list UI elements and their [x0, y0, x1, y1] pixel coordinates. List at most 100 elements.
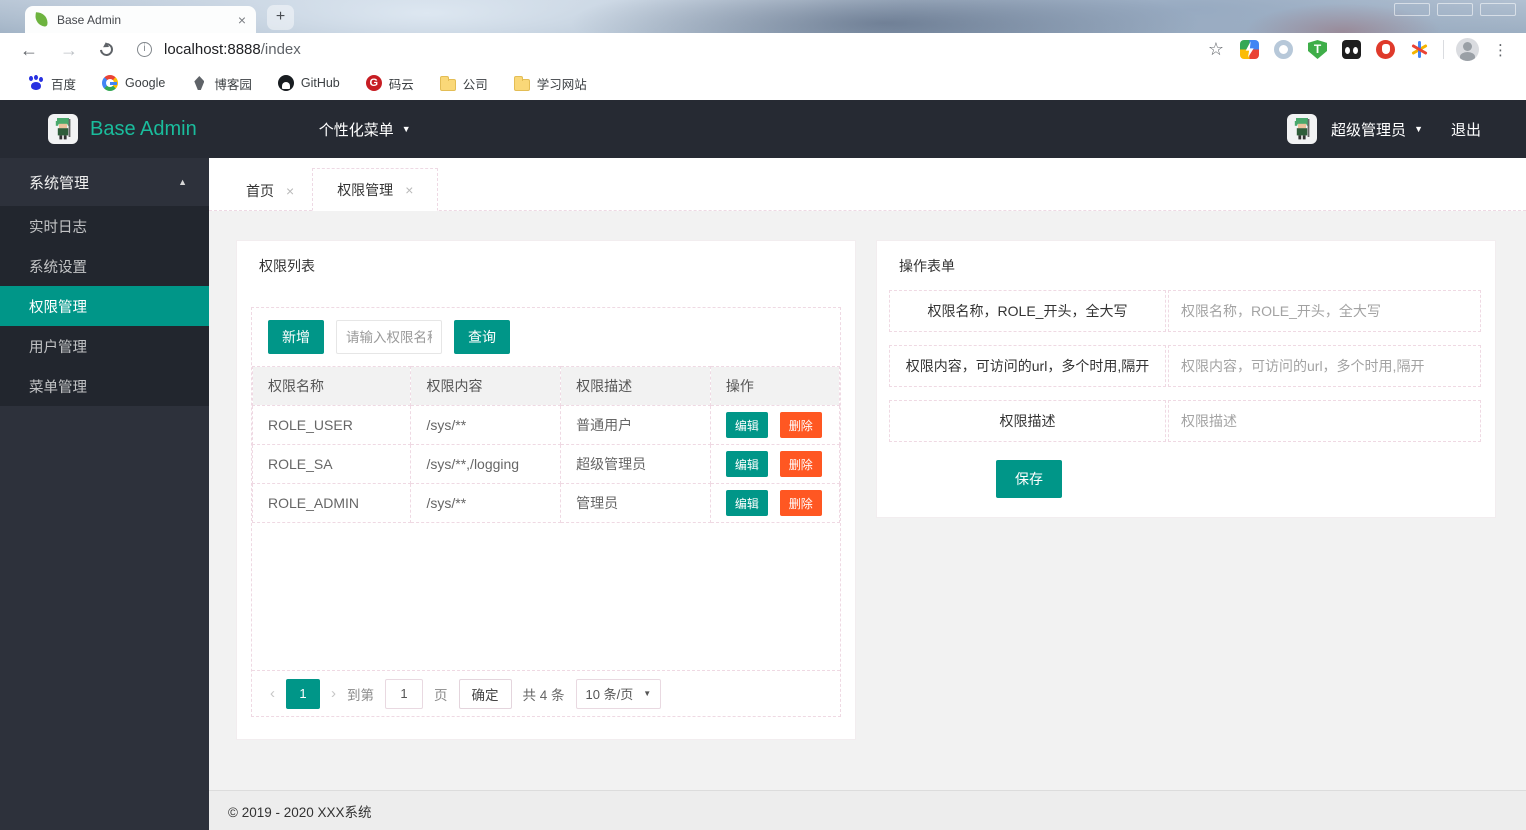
next-page-icon[interactable]: › [331, 685, 336, 702]
browser-tab[interactable]: Base Admin × [25, 6, 256, 33]
table-header-row: 权限名称 权限内容 权限描述 操作 [251, 366, 841, 406]
close-button[interactable] [1480, 3, 1516, 16]
form-field-label: 权限描述 [889, 400, 1166, 442]
tab-close-icon[interactable]: × [286, 183, 294, 199]
form-row: 权限描述 [889, 400, 1481, 442]
current-page-button[interactable]: 1 [286, 678, 320, 709]
minimize-button[interactable] [1394, 3, 1430, 16]
add-button[interactable]: 新增 [268, 320, 324, 354]
chevron-down-icon: ▼ [643, 688, 652, 698]
app-tab[interactable]: 首页 × [228, 170, 312, 211]
edit-button[interactable]: 编辑 [725, 490, 768, 516]
form-fields: 权限名称，ROLE_开头，全大写 权限内容，可访问的url，多个时用,隔开 权限… [889, 290, 1481, 442]
app-tab[interactable]: 权限管理 × [312, 168, 439, 211]
bookmark-item[interactable]: 学习网站 [513, 74, 587, 93]
goto-confirm-button[interactable]: 确定 [458, 678, 512, 709]
bookmark-star-icon[interactable]: ☆ [1208, 39, 1224, 60]
form-field-input-box [1168, 345, 1481, 387]
browser-profile-avatar[interactable] [1456, 38, 1479, 61]
cell-permission-content: /sys/**,/logging [410, 444, 562, 484]
cell-permission-content: /sys/** [410, 483, 562, 523]
new-tab-button[interactable]: + [267, 5, 294, 30]
form-field-label: 权限名称，ROLE_开头，全大写 [889, 290, 1166, 332]
extension-tampermonkey-icon[interactable] [1342, 40, 1361, 59]
table-row: ROLE_SA /sys/**,/logging 超级管理员 编辑 删除 [251, 444, 841, 484]
extension-grid-icon[interactable] [1240, 40, 1259, 59]
prev-page-icon[interactable]: ‹ [270, 685, 275, 702]
cell-permission-name: ROLE_USER [251, 405, 412, 445]
pagination: ‹ 1 › 到第 页 确定 共 4 条 10 条/页 ▼ [252, 670, 840, 716]
app-logo-avatar[interactable] [48, 114, 78, 144]
form-field-input[interactable] [1169, 413, 1480, 429]
footer-copyright: © 2019 - 2020 XXX系统 [228, 804, 372, 820]
chevron-up-icon: ▲ [178, 177, 187, 187]
back-icon[interactable]: ← [20, 41, 38, 59]
tab-close-icon[interactable]: × [238, 13, 246, 27]
cell-actions: 编辑 删除 [709, 405, 841, 445]
total-count-label: 共 4 条 [522, 687, 565, 703]
sidebar-item[interactable]: 用户管理 [0, 326, 209, 366]
user-dropdown[interactable]: 超级管理员 ▼ [1331, 119, 1423, 140]
cell-actions: 编辑 删除 [709, 444, 841, 484]
delete-button[interactable]: 删除 [779, 451, 822, 477]
form-field-input[interactable] [1169, 303, 1480, 319]
gitee-icon [365, 75, 382, 91]
save-button[interactable]: 保存 [996, 460, 1062, 498]
bookmark-item[interactable]: GitHub [277, 75, 340, 91]
app-brand[interactable]: Base Admin [90, 118, 197, 141]
table-row: ROLE_ADMIN /sys/** 管理员 编辑 删除 [251, 483, 841, 523]
spring-boot-favicon-icon [34, 12, 49, 27]
edit-button[interactable]: 编辑 [725, 451, 768, 477]
edit-button[interactable]: 编辑 [725, 412, 768, 438]
delete-button[interactable]: 删除 [779, 490, 822, 516]
site-info-icon[interactable]: i [137, 42, 152, 57]
baidu-icon [28, 75, 44, 91]
google-icon [102, 75, 119, 91]
extension-donut-icon[interactable] [1274, 40, 1293, 59]
panel-title: 权限列表 [259, 258, 315, 274]
browser-tabstrip: Base Admin × + [0, 0, 1526, 33]
goto-page-input[interactable] [385, 678, 423, 709]
bookmark-item[interactable]: 博客园 [191, 74, 252, 93]
tab-close-icon[interactable]: × [405, 182, 413, 198]
sidebar-item[interactable]: 菜单管理 [0, 366, 209, 406]
pixel-character-icon [1294, 118, 1310, 140]
url-text[interactable]: localhost:8888/index [164, 41, 301, 58]
address-bar[interactable]: i localhost:8888/index [137, 41, 1208, 58]
sidebar-item[interactable]: 实时日志 [0, 206, 209, 246]
delete-button[interactable]: 删除 [779, 412, 822, 438]
form-field-input[interactable] [1169, 358, 1480, 374]
sidebar-group-system[interactable]: 系统管理 ▲ [0, 158, 209, 206]
logout-button[interactable]: 退出 [1451, 119, 1481, 140]
bookmark-item[interactable]: 百度 [28, 74, 76, 93]
page-size-select[interactable]: 10 条/页 ▼ [575, 678, 662, 709]
sidebar-submenu: 实时日志 系统设置 权限管理 用户管理 菜单管理 [0, 206, 209, 406]
sidebar-item[interactable]: 权限管理 [0, 286, 209, 326]
personalized-menu[interactable]: 个性化菜单 ▼ [319, 119, 411, 140]
extension-shield-icon[interactable] [1308, 40, 1327, 59]
search-button[interactable]: 查询 [454, 320, 510, 354]
cell-permission-name: ROLE_ADMIN [251, 483, 412, 523]
table-header-cell: 权限名称 [251, 366, 412, 406]
forward-icon[interactable]: → [60, 41, 78, 59]
window-controls [1394, 3, 1516, 16]
search-input[interactable] [336, 320, 442, 354]
folder-icon [513, 75, 530, 91]
permission-list-body: 新增 查询 权限名称权限内容权限描述操作 ROLE_USER /sys/** 普… [251, 307, 841, 717]
cell-permission-desc: 普通用户 [560, 405, 711, 445]
bookmark-item[interactable]: Google [102, 75, 165, 91]
extension-adblock-icon[interactable] [1376, 40, 1395, 59]
bookmark-item[interactable]: 码云 [365, 74, 414, 93]
extension-asterisk-icon[interactable] [1410, 40, 1429, 59]
goto-suffix-label: 页 [434, 687, 448, 703]
operation-form-panel: 操作表单 权限名称，ROLE_开头，全大写 权限内容，可访问的url，多个时用,… [876, 240, 1496, 518]
cell-permission-content: /sys/** [410, 405, 562, 445]
user-avatar[interactable] [1287, 114, 1318, 144]
reload-icon[interactable] [97, 40, 116, 59]
sidebar-item[interactable]: 系统设置 [0, 246, 209, 286]
app-tabbar: 首页 × 权限管理 × [209, 158, 1526, 211]
bookmark-item[interactable]: 公司 [439, 74, 488, 93]
browser-menu-icon[interactable]: ⋮ [1493, 41, 1508, 59]
maximize-button[interactable] [1437, 3, 1473, 16]
cell-permission-desc: 超级管理员 [560, 444, 711, 484]
